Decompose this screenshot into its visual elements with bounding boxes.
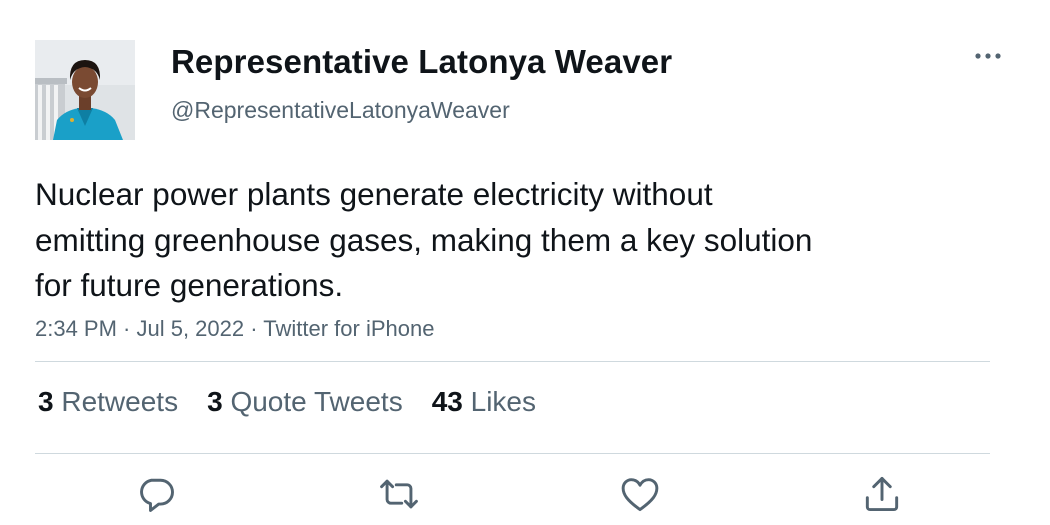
- more-horizontal-icon[interactable]: [968, 42, 1008, 70]
- tweet-text-line: emitting greenhouse gases, making them a…: [35, 221, 813, 258]
- likes-stat[interactable]: 43 Likes: [432, 386, 536, 418]
- avatar[interactable]: [35, 40, 135, 140]
- divider: [35, 453, 990, 454]
- retweets-count: 3: [38, 386, 62, 417]
- likes-label: Likes: [470, 386, 537, 417]
- likes-count: 43: [431, 386, 471, 417]
- display-name[interactable]: Representative Latonya Weaver: [171, 43, 672, 81]
- user-handle[interactable]: @RepresentativeLatonyaWeaver: [171, 97, 510, 124]
- share-icon[interactable]: [860, 472, 904, 516]
- tweet-text-line: Nuclear power plants generate electricit…: [35, 176, 713, 212]
- quote-tweets-label: Quote Tweets: [230, 386, 403, 417]
- heart-icon[interactable]: [618, 472, 662, 516]
- quote-tweets-count: 3: [207, 386, 231, 417]
- divider: [35, 361, 990, 362]
- retweets-stat[interactable]: 3 Retweets: [38, 386, 178, 418]
- reply-icon[interactable]: [134, 472, 178, 516]
- tweet-text-line: for future generations.: [35, 267, 344, 303]
- retweets-label: Retweets: [61, 386, 179, 417]
- tweet-meta[interactable]: 2:34 PM · Jul 5, 2022 · Twitter for iPho…: [35, 316, 434, 342]
- tweet-text: Nuclear power plants generate electricit…: [35, 172, 955, 309]
- quote-tweets-stat[interactable]: 3 Quote Tweets: [207, 386, 403, 418]
- engagement-stats: 3 Retweets 3 Quote Tweets 43 Likes: [38, 386, 565, 418]
- retweet-icon[interactable]: [377, 472, 421, 516]
